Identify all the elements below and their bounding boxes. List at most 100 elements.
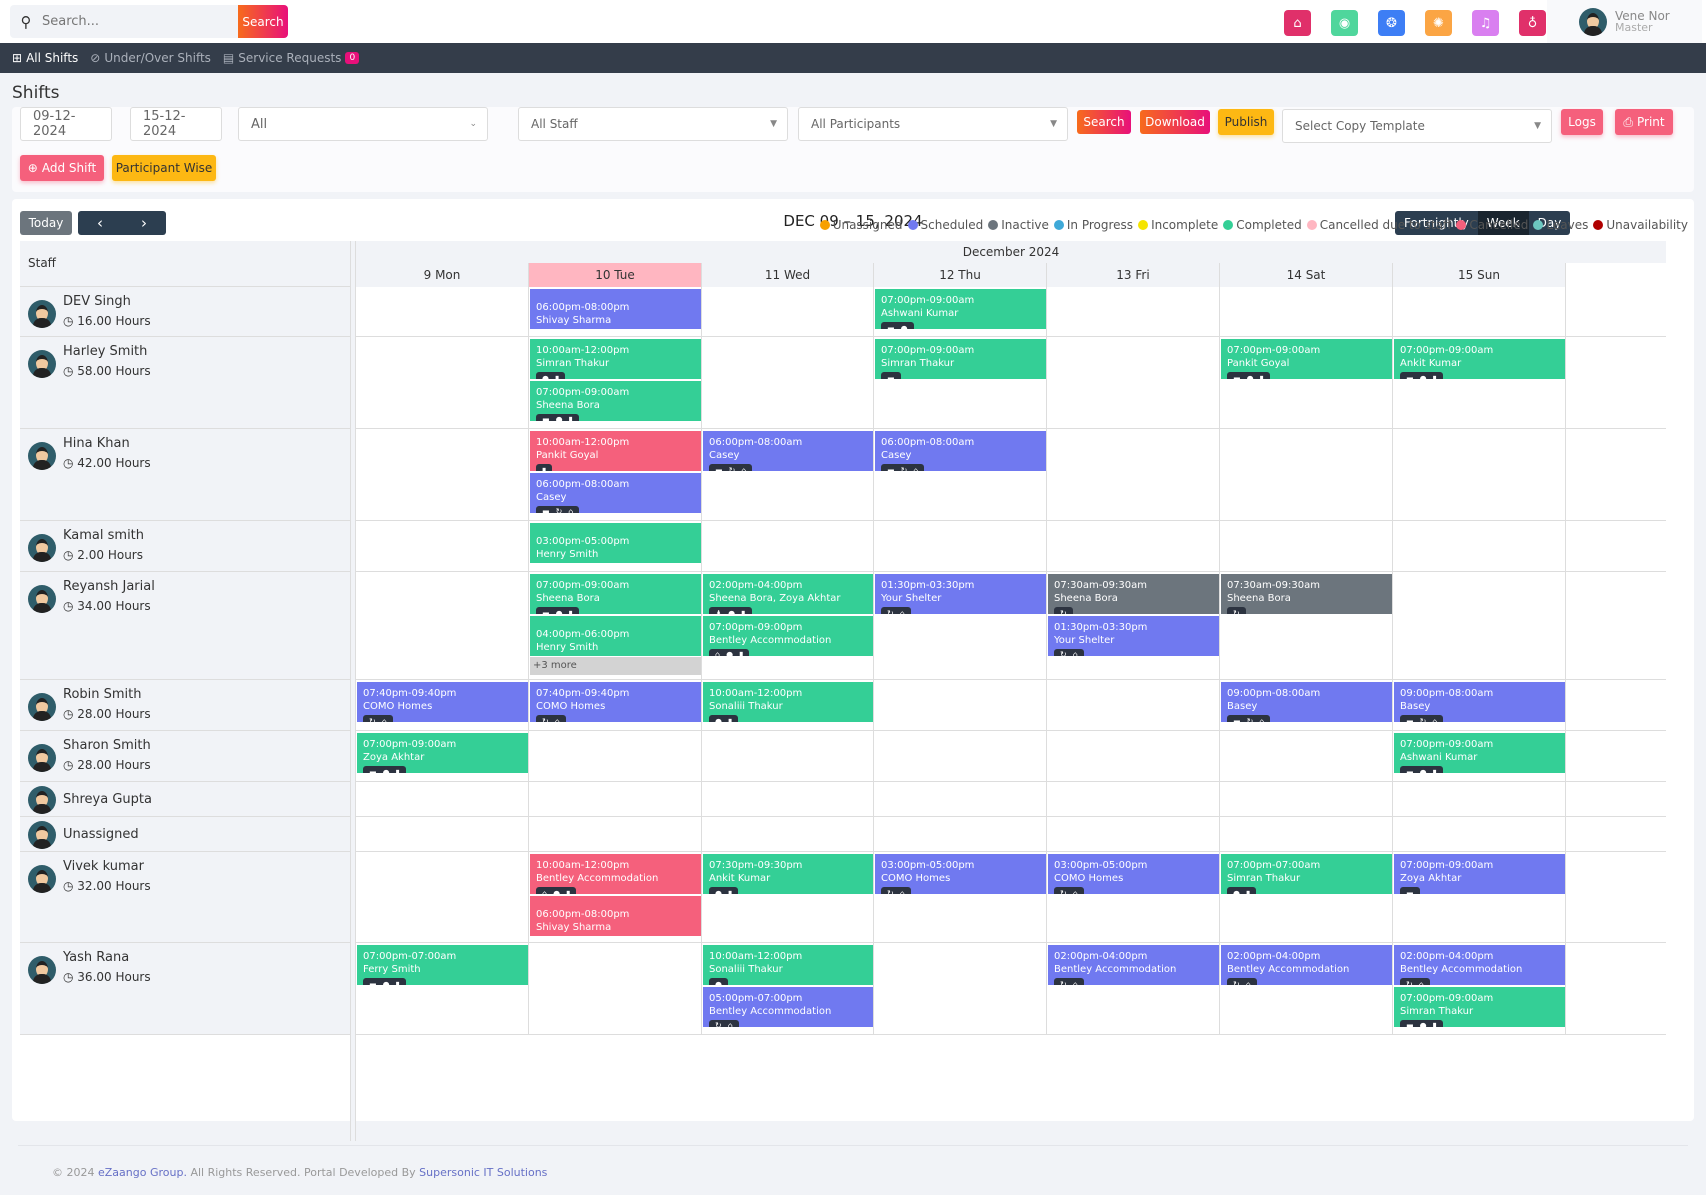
shift-event[interactable]: 05:00pm-07:00pm Bentley Accommodation ↻ ⌂ <box>703 986 873 1027</box>
day-cell[interactable] <box>1393 817 1566 851</box>
user-menu[interactable]: Vene Nor Master <box>1547 0 1702 43</box>
staff-name[interactable]: Unassigned <box>63 827 139 842</box>
day-cell[interactable] <box>1047 782 1220 816</box>
day-cell[interactable] <box>1220 817 1393 851</box>
day-cell[interactable] <box>702 521 874 571</box>
day-cell[interactable] <box>702 337 874 428</box>
more-shifts-link[interactable]: +3 more <box>530 657 701 675</box>
day-cell[interactable] <box>874 817 1047 851</box>
day-cell[interactable] <box>702 287 874 336</box>
shift-event[interactable]: 07:00pm-09:00am Sheena Bora ▬ ● ▮ <box>530 574 701 614</box>
day-cell[interactable] <box>356 521 529 571</box>
shift-event[interactable]: 10:00am-12:00pm Pankit Goyal ▮ <box>530 431 701 471</box>
shift-event[interactable]: 02:00pm-04:00pm Sheena Bora, Zoya Akhtar ♟… <box>703 574 873 614</box>
staff-name[interactable]: Hina Khan <box>63 436 130 451</box>
publish-button[interactable]: Publish <box>1218 109 1274 135</box>
day-cell[interactable] <box>1220 287 1393 336</box>
shift-event[interactable]: 10:00am-12:00pm Sonaliii Thakur ● <box>703 945 873 985</box>
logs-button[interactable]: Logs <box>1561 109 1603 135</box>
shift-event[interactable]: 07:00pm-09:00am Zoya Akhtar ▬ <box>1394 854 1565 894</box>
shift-event[interactable]: 07:00pm-09:00am Simran Thakur ▬ ● ▮ <box>1394 986 1565 1027</box>
day-cell[interactable] <box>356 572 529 679</box>
search-button[interactable]: Search <box>238 5 288 38</box>
day-cell[interactable] <box>529 782 702 816</box>
staff-name[interactable]: Yash Rana <box>63 950 129 965</box>
shift-event[interactable]: 06:00pm-08:00am Casey ▬ ↻ ⌂ <box>703 431 873 471</box>
shift-event[interactable]: 07:00pm-07:00am Simran Thakur ● ▮ <box>1221 854 1392 894</box>
company-link[interactable]: eZaango Group. <box>98 1166 187 1179</box>
day-cell[interactable] <box>1220 782 1393 816</box>
day-cell[interactable] <box>1393 572 1566 679</box>
staff-name[interactable]: Vivek kumar <box>63 859 144 874</box>
day-cell[interactable] <box>1047 731 1220 781</box>
shift-event[interactable]: 06:00pm-08:00pm Shivay Sharma <box>530 895 701 936</box>
download-button[interactable]: Download <box>1140 110 1210 134</box>
staff-name[interactable]: Robin Smith <box>63 687 142 702</box>
support-button[interactable]: ❂ <box>1378 10 1405 36</box>
day-cell[interactable] <box>1393 429 1566 520</box>
shift-event[interactable]: 07:00pm-09:00am Simran Thakur ▬ <box>875 339 1046 379</box>
day-cell[interactable] <box>529 943 702 1034</box>
day-cell[interactable] <box>1047 287 1220 336</box>
shift-event[interactable]: 07:00pm-07:00am Ferry Smith ▬ ● ▮ <box>357 945 528 985</box>
shift-event[interactable]: 07:00pm-09:00am Ankit Kumar ▬ ● ▮ <box>1394 339 1565 379</box>
nav-under-over-shifts[interactable]: ⊘ Under/Over Shifts <box>90 51 211 65</box>
shift-event[interactable]: 10:00am-12:00pm Sonaliii Thakur ● ▮ <box>703 682 873 722</box>
shift-event[interactable]: 04:00pm-06:00pm Henry Smith <box>530 615 701 656</box>
participants-select[interactable]: All Participants ▼ <box>798 107 1068 141</box>
day-cell[interactable] <box>1393 782 1566 816</box>
nav-all-shifts[interactable]: ⊞ All Shifts <box>12 51 78 65</box>
day-cell[interactable] <box>1047 429 1220 520</box>
day-cell[interactable] <box>1393 287 1566 336</box>
shift-event[interactable]: 07:00pm-09:00am Pankit Goyal ▬ ● ▮ <box>1221 339 1392 379</box>
day-cell[interactable] <box>702 782 874 816</box>
day-cell[interactable] <box>529 731 702 781</box>
day-cell[interactable] <box>1047 521 1220 571</box>
staff-name[interactable]: Shreya Gupta <box>63 792 152 807</box>
shift-event[interactable]: 06:00pm-08:00am Casey ▬ ↻ ⌂ <box>875 431 1046 471</box>
day-cell[interactable] <box>874 782 1047 816</box>
day-cell[interactable] <box>1393 521 1566 571</box>
search-input[interactable] <box>42 5 242 38</box>
shift-event[interactable]: 07:00pm-09:00pm Bentley Accommodation ⌂ ● ▮ <box>703 615 873 656</box>
staff-name[interactable]: DEV Singh <box>63 294 131 309</box>
type-select[interactable]: All ⌄ <box>238 107 488 141</box>
filter-search-button[interactable]: Search <box>1077 110 1131 134</box>
copy-template-select[interactable]: Select Copy Template ▼ <box>1282 109 1552 143</box>
shift-event[interactable]: 07:40pm-09:40pm COMO Homes ↻ ⌂ <box>530 682 701 722</box>
shift-event[interactable]: 01:30pm-03:30pm Your Shelter ↻ ⌂ <box>875 574 1046 614</box>
day-cell[interactable] <box>702 731 874 781</box>
shift-event[interactable]: 06:00pm-08:00pm Shivay Sharma <box>530 289 701 329</box>
day-cell[interactable] <box>356 852 529 942</box>
shift-event[interactable]: 02:00pm-04:00pm Bentley Accommodation ↻ ⌂ <box>1221 945 1392 985</box>
day-cell[interactable] <box>874 731 1047 781</box>
day-cell[interactable] <box>356 817 529 851</box>
nav-service-requests[interactable]: ▤ Service Requests 0 <box>223 51 360 65</box>
day-cell[interactable] <box>702 817 874 851</box>
shift-event[interactable]: 10:00am-12:00pm Simran Thakur ● ▮ <box>530 339 701 379</box>
bulb-button[interactable]: ♁ <box>1519 10 1546 36</box>
day-cell[interactable] <box>356 429 529 520</box>
day-cell[interactable] <box>529 817 702 851</box>
shift-event[interactable]: 01:30pm-03:30pm Your Shelter ↻ ⌂ <box>1048 615 1219 656</box>
day-cell[interactable] <box>1220 429 1393 520</box>
shift-event[interactable]: 09:00pm-08:00am Basey ▬ ↻ ⌂ <box>1394 682 1565 722</box>
day-cell[interactable] <box>1220 521 1393 571</box>
participant-wise-button[interactable]: Participant Wise <box>112 155 216 181</box>
day-cell[interactable] <box>874 680 1047 730</box>
staff-select[interactable]: All Staff ▼ <box>518 107 788 141</box>
day-cell[interactable] <box>874 521 1047 571</box>
shift-event[interactable]: 07:00pm-09:00am Ashwani Kumar ▬ ● <box>875 289 1046 329</box>
day-cell[interactable] <box>1047 337 1220 428</box>
shift-event[interactable]: 03:00pm-05:00pm COMO Homes ↻ ⌂ <box>875 854 1046 894</box>
day-cell[interactable] <box>356 287 529 336</box>
shift-event[interactable]: 07:00pm-09:00am Zoya Akhtar ▬ ● ▮ <box>357 733 528 773</box>
start-date-input[interactable]: 09-12-2024 <box>20 107 112 141</box>
shift-event[interactable]: 06:00pm-08:00am Casey ▬ ↻ ⌂ <box>530 472 701 513</box>
staff-name[interactable]: Sharon Smith <box>63 738 151 753</box>
staff-name[interactable]: Reyansh Jarial <box>63 579 155 594</box>
shift-event[interactable]: 07:30am-09:30am Sheena Bora ↻ <box>1221 574 1392 614</box>
staff-name[interactable]: Kamal smith <box>63 528 144 543</box>
shift-event[interactable]: 07:40pm-09:40pm COMO Homes ↻ ⌂ <box>357 682 528 722</box>
day-cell[interactable] <box>356 782 529 816</box>
